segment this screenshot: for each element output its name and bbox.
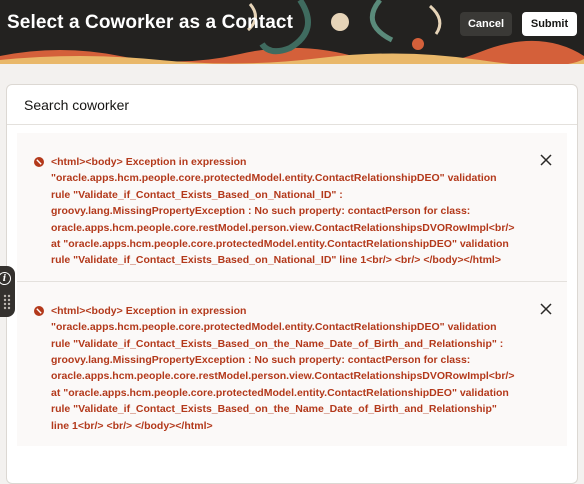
error-messages: <html><body> Exception in expression "or… — [17, 133, 567, 447]
error-icon — [34, 305, 44, 316]
close-icon[interactable] — [539, 302, 553, 316]
error-icon — [34, 157, 44, 167]
page-title: Select a Coworker as a Contact — [7, 12, 293, 33]
close-icon[interactable] — [539, 153, 553, 167]
error-message-text: <html><body> Exception in expression "or… — [51, 156, 515, 267]
submit-button[interactable]: Submit — [522, 12, 577, 36]
card-title: Search coworker — [24, 97, 130, 113]
error-message-text: <html><body> Exception in expression "or… — [51, 304, 515, 432]
cancel-button[interactable]: Cancel — [460, 12, 512, 36]
info-icon[interactable]: i — [0, 272, 11, 285]
error-message: <html><body> Exception in expression "or… — [17, 280, 567, 446]
search-coworker-card: Search coworker <html><body> Exception i… — [6, 84, 578, 484]
card-header: Search coworker — [7, 85, 577, 125]
side-help-tab[interactable]: i — [0, 266, 15, 317]
drag-handle-icon[interactable] — [2, 293, 12, 311]
error-message: <html><body> Exception in expression "or… — [17, 133, 567, 281]
page-header: Select a Coworker as a Contact Cancel Su… — [0, 0, 584, 64]
